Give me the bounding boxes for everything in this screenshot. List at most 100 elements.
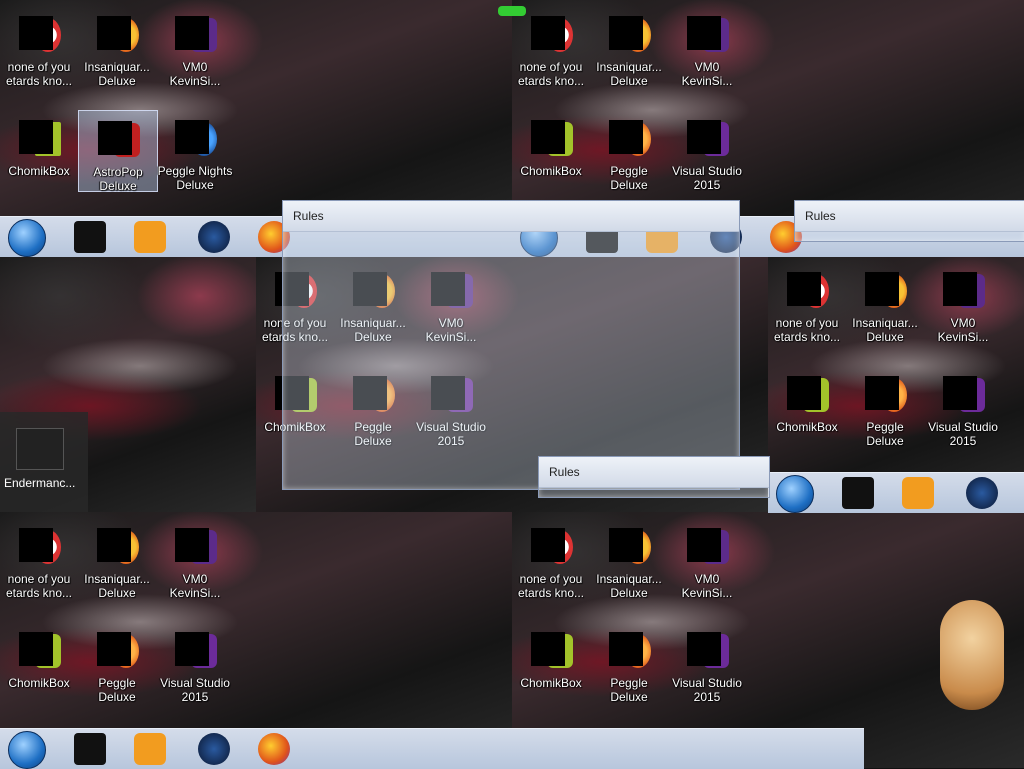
desktop-icon-insaniquarium[interactable]: Insaniquar... Deluxe bbox=[846, 270, 924, 344]
icon-label-line2: etards kno... bbox=[773, 330, 841, 344]
desktop-icon-peggle-nights[interactable]: Peggle Nights Deluxe bbox=[156, 118, 234, 192]
icon-label-line2: KevinSi... bbox=[681, 74, 733, 88]
hamster-icon bbox=[17, 118, 61, 162]
firefox-icon[interactable] bbox=[258, 733, 290, 765]
desktop-icon-insaniquarium[interactable]: Insaniquar... Deluxe bbox=[78, 14, 156, 88]
desktop-icon-none-of-you[interactable]: none of you etards kno... bbox=[512, 526, 590, 600]
desktop-icon-visual-studio[interactable]: Visual Studio 2015 bbox=[156, 630, 234, 704]
hamster-icon bbox=[17, 630, 61, 674]
icon-label-line1: AstroPop bbox=[93, 165, 143, 179]
desktop-icon-vm0[interactable]: VM0 KevinSi... bbox=[668, 526, 746, 600]
rules-window-titlebar: Rules bbox=[795, 201, 1024, 232]
file-icon bbox=[17, 526, 61, 570]
peggle-icon bbox=[607, 630, 651, 674]
icon-label-line1: Insaniquar... bbox=[596, 572, 662, 586]
rules-window-copy: Rules bbox=[794, 200, 1024, 242]
icon-label-line1: none of you bbox=[775, 316, 839, 330]
desktop-icon-chomikbox[interactable]: ChomikBox bbox=[0, 118, 78, 178]
icon-label-line1: none of you bbox=[519, 572, 583, 586]
icon-label-line1: VM0 bbox=[694, 572, 720, 586]
icon-label-line1: none of you bbox=[7, 572, 71, 586]
start-button[interactable] bbox=[8, 731, 46, 769]
fish-icon bbox=[863, 270, 907, 314]
vm-icon bbox=[685, 526, 729, 570]
icon-label-line1: ChomikBox bbox=[520, 676, 582, 690]
media-player-icon[interactable] bbox=[902, 477, 934, 509]
globe-icon[interactable] bbox=[966, 477, 998, 509]
desktop-icon-visual-studio[interactable]: Visual Studio 2015 bbox=[668, 630, 746, 704]
window-title: Rules bbox=[293, 209, 324, 223]
desktop-icon-peggle-deluxe[interactable]: Peggle Deluxe bbox=[846, 374, 924, 448]
icon-label-line1: VM0 bbox=[694, 60, 720, 74]
desktop-icon-none-of-you[interactable]: none of you etards kno... bbox=[0, 14, 78, 88]
desktop-icon-vm0[interactable]: VM0 KevinSi... bbox=[156, 14, 234, 88]
desktop-icon-chomikbox[interactable]: ChomikBox bbox=[768, 374, 846, 434]
desktop-icon-vm0[interactable]: VM0 KevinSi... bbox=[924, 270, 1002, 344]
file-icon bbox=[17, 14, 61, 58]
hamster-icon bbox=[940, 600, 1004, 710]
icon-label-line1: ChomikBox bbox=[776, 420, 838, 434]
visual-studio-icon bbox=[685, 118, 729, 162]
icon-label-line1: Peggle Nights bbox=[157, 164, 233, 178]
icon-label-line1: ChomikBox bbox=[8, 676, 70, 690]
monitor-icon[interactable] bbox=[74, 221, 106, 253]
icon-label-line2: Deluxe bbox=[610, 586, 648, 600]
icon-label-line1: Insaniquar... bbox=[84, 572, 150, 586]
fish-icon bbox=[95, 526, 139, 570]
icon-label-line1: none of you bbox=[7, 60, 71, 74]
fish-icon bbox=[95, 14, 139, 58]
desktop-icon-visual-studio[interactable]: Visual Studio 2015 bbox=[668, 118, 746, 192]
desktop-icon-astropop[interactable]: AstroPop Deluxe bbox=[78, 110, 158, 193]
start-button[interactable] bbox=[8, 219, 46, 257]
rules-window-titlebar: Rules bbox=[539, 457, 769, 488]
start-button[interactable] bbox=[776, 475, 814, 513]
monitor-icon[interactable] bbox=[842, 477, 874, 509]
desktop-icon-chomikbox[interactable]: ChomikBox bbox=[0, 630, 78, 690]
hamster-icon bbox=[785, 374, 829, 418]
icon-label-line1: VM0 bbox=[182, 60, 208, 74]
vm-icon bbox=[173, 526, 217, 570]
enderman-icon[interactable] bbox=[16, 428, 64, 470]
desktop-icon-visual-studio[interactable]: Visual Studio 2015 bbox=[924, 374, 1002, 448]
astropop-icon bbox=[96, 119, 140, 163]
icon-label-line1: Visual Studio bbox=[672, 164, 742, 178]
icon-label-line1: none of you bbox=[519, 60, 583, 74]
desktop-icon-peggle-deluxe[interactable]: Peggle Deluxe bbox=[590, 630, 668, 704]
file-icon bbox=[529, 14, 573, 58]
desktop-icon-vm0[interactable]: VM0 KevinSi... bbox=[668, 14, 746, 88]
globe-icon[interactable] bbox=[198, 221, 230, 253]
icon-label-line2: KevinSi... bbox=[169, 74, 221, 88]
desktop-icon-insaniquarium[interactable]: Insaniquar... Deluxe bbox=[590, 14, 668, 88]
icon-label-line2: KevinSi... bbox=[937, 330, 989, 344]
rules-window-titlebar[interactable]: Rules bbox=[283, 201, 739, 232]
icon-label-line2: Deluxe bbox=[866, 330, 904, 344]
desktop-icon-chomikbox[interactable]: ChomikBox bbox=[512, 118, 590, 178]
icon-label-line2: KevinSi... bbox=[681, 586, 733, 600]
desktop-icon-vm0[interactable]: VM0 KevinSi... bbox=[156, 526, 234, 600]
icon-label-line1: Visual Studio bbox=[672, 676, 742, 690]
peggle-icon bbox=[95, 630, 139, 674]
monitor-icon[interactable] bbox=[74, 733, 106, 765]
media-player-icon[interactable] bbox=[134, 733, 166, 765]
desktop-icon-none-of-you[interactable]: none of you etards kno... bbox=[768, 270, 846, 344]
media-player-icon[interactable] bbox=[134, 221, 166, 253]
desktop-icon-peggle-deluxe[interactable]: Peggle Deluxe bbox=[78, 630, 156, 704]
hamster-icon bbox=[529, 630, 573, 674]
desktop-icon-none-of-you[interactable]: none of you etards kno... bbox=[0, 526, 78, 600]
icon-label-line2: etards kno... bbox=[517, 586, 585, 600]
desktop-icon-peggle-deluxe[interactable]: Peggle Deluxe bbox=[590, 118, 668, 192]
desktop-icon-insaniquarium[interactable]: Insaniquar... Deluxe bbox=[78, 526, 156, 600]
desktop-icon-none-of-you[interactable]: none of you etards kno... bbox=[512, 14, 590, 88]
icon-label-line1: Insaniquar... bbox=[852, 316, 918, 330]
desktop-icon-insaniquarium[interactable]: Insaniquar... Deluxe bbox=[590, 526, 668, 600]
rules-window[interactable]: Rules bbox=[282, 200, 740, 490]
peggle-icon bbox=[607, 118, 651, 162]
visual-studio-icon bbox=[941, 374, 985, 418]
icon-label-line2: 2015 bbox=[181, 690, 209, 704]
icon-label-line2: etards kno... bbox=[5, 74, 73, 88]
file-icon bbox=[529, 526, 573, 570]
desktop-icon-chomikbox[interactable]: ChomikBox bbox=[512, 630, 590, 690]
icon-label-line1: VM0 bbox=[950, 316, 976, 330]
globe-icon[interactable] bbox=[198, 733, 230, 765]
rules-window-copy: Rules bbox=[538, 456, 770, 498]
